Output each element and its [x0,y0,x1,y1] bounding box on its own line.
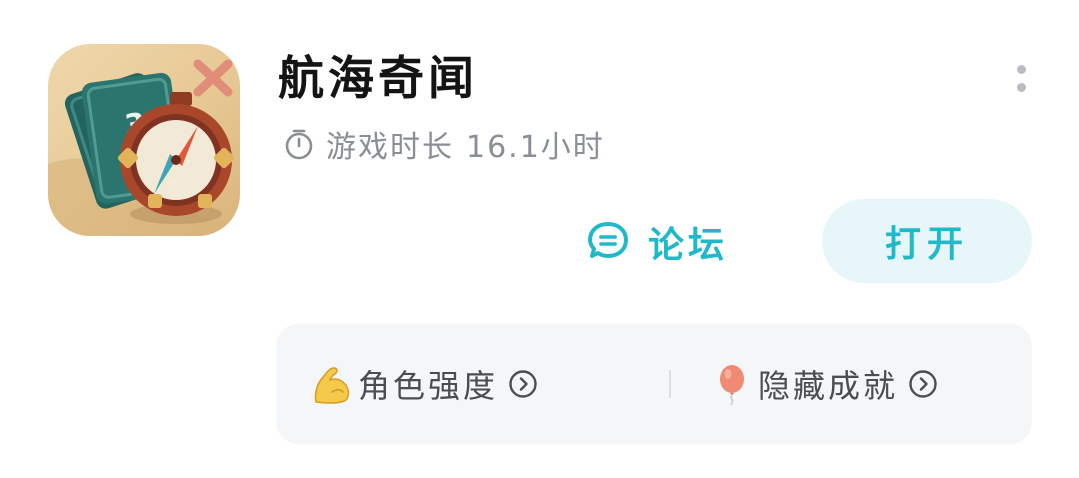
balloon-icon [720,365,744,406]
chat-bubble-icon [588,222,628,258]
open-button[interactable]: 打开 [822,199,1032,283]
info-card: 角色强度 隐藏成就 [276,324,1032,444]
playtime-row: 游戏时长 16.1小时 [282,122,605,166]
card-item-hidden-achievements[interactable]: 隐藏成就 [710,324,938,444]
playtime-value: 16.1小时 [466,130,605,165]
card-item-label: 隐藏成就 [758,367,899,405]
app-title: 航海奇闻 [278,51,478,105]
chevron-right-circle-icon [909,370,937,398]
card-item-label: 角色强度 [358,367,499,405]
chevron-right-circle-icon [509,370,537,398]
forum-button[interactable]: 论坛 [584,212,728,272]
forum-label: 论坛 [648,225,729,266]
playtime-label: 游戏时长 [326,130,454,165]
card-item-character-strength[interactable]: 角色强度 [310,324,538,444]
card-divider [669,370,671,398]
timer-icon [285,129,313,160]
more-options-icon[interactable] [1006,62,1036,102]
compass-map-icon: 3 [48,59,240,236]
flexed-biceps-icon [314,367,350,404]
app-icon[interactable]: 3 [48,44,240,236]
